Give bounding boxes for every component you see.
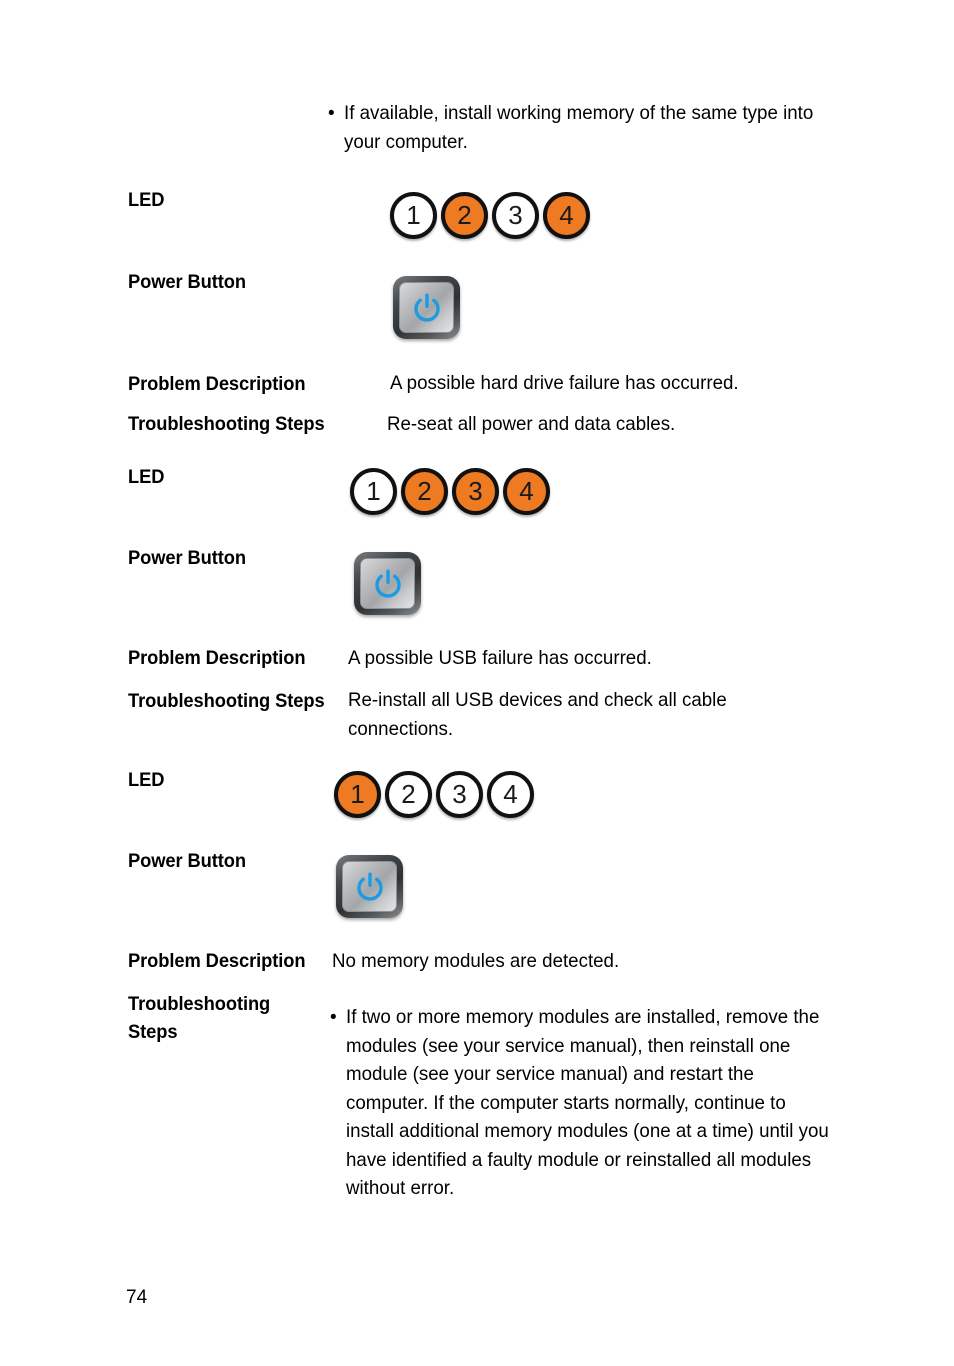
- led-indicator-1: 1: [390, 192, 437, 239]
- led-indicator-3: 3: [492, 192, 539, 239]
- section-1-steps-text: Re-seat all power and data cables.: [387, 413, 676, 435]
- section-3-steps-bullet-item: • If two or more memory modules are inst…: [330, 1003, 860, 1203]
- section-1-steps-row: Troubleshooting Steps: [128, 411, 390, 437]
- led-indicator-2: 2: [385, 771, 432, 818]
- section-1-problem-row: Problem Description: [128, 371, 390, 397]
- section-2-steps-text: Re-install all USB devices and check all…: [348, 689, 727, 740]
- section-1-problem-text: A possible hard drive failure has occurr…: [390, 372, 739, 394]
- section-2-led-row: LED: [128, 464, 167, 490]
- led-indicator-3: 3: [436, 771, 483, 818]
- troubleshooting-steps-label: Troubleshooting Steps: [128, 413, 325, 435]
- led-indicator-4: 4: [503, 468, 550, 515]
- led-number: 3: [508, 199, 523, 230]
- power-button-graphic-1: [393, 276, 460, 339]
- power-button-face: [360, 558, 415, 609]
- section-1-led-row: LED: [128, 187, 167, 213]
- section-2-steps-row: Troubleshooting Steps: [128, 688, 350, 714]
- problem-description-label: Problem Description: [128, 950, 306, 972]
- problem-description-label: Problem Description: [128, 647, 306, 669]
- page-number: 74: [126, 1287, 148, 1308]
- section-3-problem-row: Problem Description: [128, 948, 333, 974]
- intro-bullet-text: If available, install working memory of …: [344, 102, 814, 153]
- led-number: 1: [366, 475, 381, 506]
- troubleshooting-steps-label: Troubleshooting Steps: [128, 690, 325, 712]
- led-indicator-3: 3: [452, 468, 499, 515]
- led-label: LED: [128, 769, 165, 791]
- led-indicator-4: 4: [487, 771, 534, 818]
- section-3-led-row: LED: [128, 767, 167, 793]
- power-button-label: Power Button: [128, 850, 247, 872]
- section-1-power-button-row: Power Button: [128, 269, 254, 295]
- section-2-power-button-row: Power Button: [128, 545, 254, 571]
- led-indicator-2: 2: [441, 192, 488, 239]
- led-number: 2: [401, 778, 416, 809]
- led-number: 4: [503, 778, 518, 809]
- led-number: 1: [350, 778, 365, 809]
- led-label: LED: [128, 466, 165, 488]
- problem-description-label: Problem Description: [128, 373, 306, 395]
- intro-bullet-item: • If available, install working memory o…: [328, 99, 858, 156]
- power-symbol-icon: [356, 871, 383, 901]
- led-label: LED: [128, 189, 165, 211]
- power-button-label: Power Button: [128, 271, 247, 293]
- bullet-icon: •: [328, 103, 335, 124]
- troubleshooting-steps-label: Troubleshooting Steps: [128, 993, 271, 1043]
- section-2-problem-text: A possible USB failure has occurred.: [348, 647, 652, 669]
- led-indicator-1: 1: [350, 468, 397, 515]
- section-3-steps-bullet-text: If two or more memory modules are instal…: [346, 1006, 829, 1199]
- section-3-steps-row: Troubleshooting Steps: [128, 990, 318, 1046]
- power-button-face: [342, 861, 397, 912]
- led-number: 2: [417, 475, 432, 506]
- led-number: 2: [457, 199, 472, 230]
- led-indicator-2: 2: [401, 468, 448, 515]
- led-indicator-4: 4: [543, 192, 590, 239]
- section-2-led-group: 1 2 3 4: [350, 468, 554, 515]
- bullet-icon: •: [330, 1007, 337, 1028]
- section-3-power-button-row: Power Button: [128, 848, 254, 874]
- power-button-face: [399, 282, 454, 333]
- led-number: 4: [559, 199, 574, 230]
- led-number: 3: [452, 778, 467, 809]
- section-3-problem-text: No memory modules are detected.: [332, 950, 620, 972]
- section-1-led-group: 1 2 3 4: [390, 192, 594, 239]
- led-number: 1: [406, 199, 421, 230]
- power-button-label: Power Button: [128, 547, 247, 569]
- power-symbol-icon: [374, 568, 401, 598]
- power-button-graphic-2: [354, 552, 421, 615]
- document-page: • If available, install working memory o…: [0, 0, 954, 1366]
- power-symbol-icon: [413, 292, 440, 322]
- power-button-graphic-3: [336, 855, 403, 918]
- section-2-problem-row: Problem Description: [128, 645, 350, 671]
- section-3-led-group: 1 2 3 4: [334, 771, 538, 818]
- led-number: 3: [468, 475, 483, 506]
- led-number: 4: [519, 475, 534, 506]
- led-indicator-1: 1: [334, 771, 381, 818]
